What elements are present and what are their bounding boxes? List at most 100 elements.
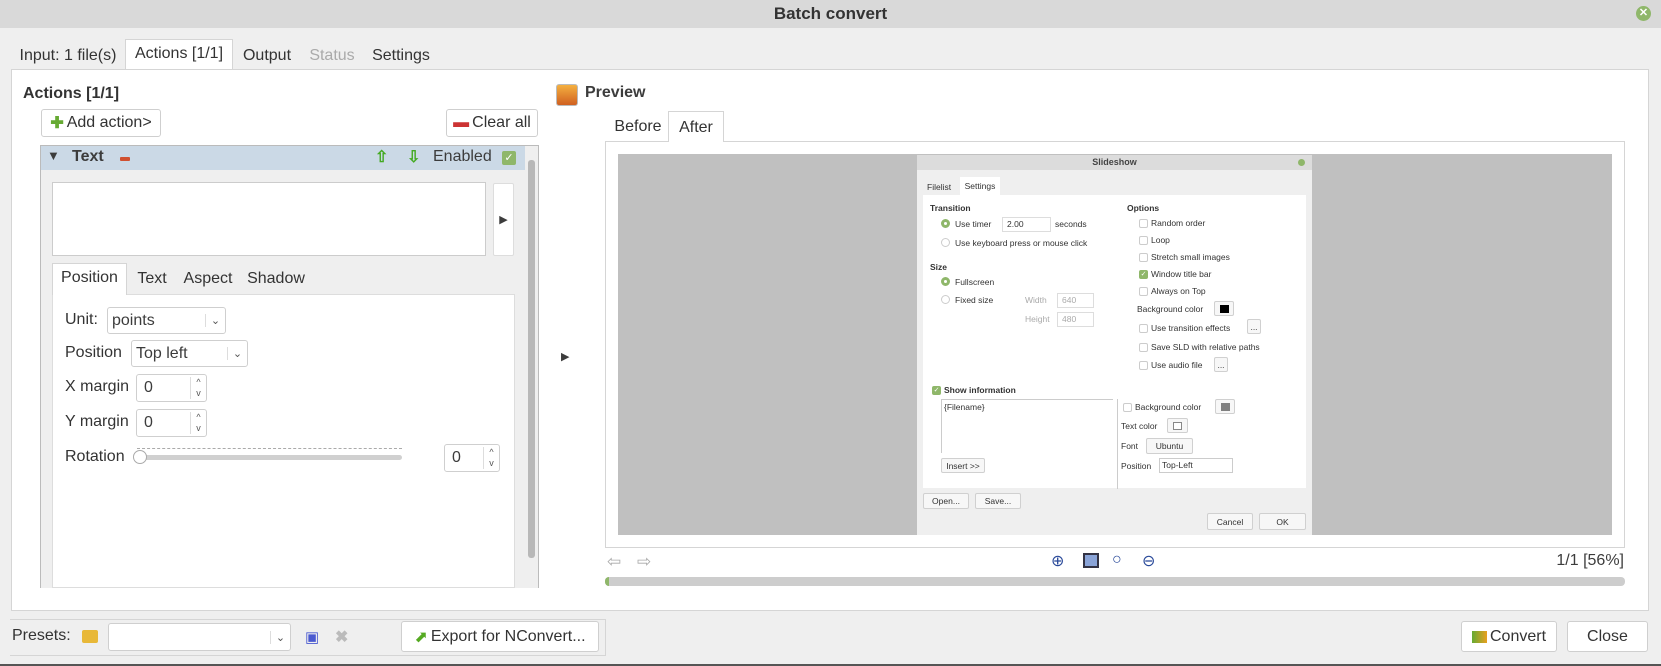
use-timer-radio <box>941 219 950 228</box>
preset-select[interactable]: ⌄ <box>108 623 291 651</box>
use-keyboard-radio <box>941 238 950 247</box>
tab-output[interactable]: Output <box>233 42 301 69</box>
window-title: Batch convert <box>0 0 1661 28</box>
delete-preset-icon[interactable]: ✖ <box>335 627 348 647</box>
slideshow-dialog: Slideshow Filelist Settings Transition U… <box>917 155 1312 535</box>
random-order-checkbox <box>1139 219 1148 228</box>
fixed-size-label: Fixed size <box>955 295 994 305</box>
use-keyboard-label: Use keyboard press or mouse click <box>955 238 1088 248</box>
collapse-triangle-icon[interactable]: ▼ <box>47 148 60 163</box>
rotation-slider-handle[interactable] <box>133 450 147 464</box>
info-bg-checkbox <box>1123 403 1132 412</box>
width-label: Width <box>1025 295 1047 305</box>
fullscreen-radio <box>941 277 950 286</box>
options-label: Options <box>1127 203 1160 213</box>
move-down-icon[interactable]: ⇩ <box>407 147 420 167</box>
transition-label: Transition <box>930 203 971 213</box>
y-margin-spinbox[interactable]: 0 ^ v <box>136 409 207 437</box>
remove-document-icon: ▬ <box>453 114 470 131</box>
preview-toggle-icon[interactable] <box>556 84 578 106</box>
close-button[interactable]: Close <box>1567 621 1648 652</box>
enabled-checkbox[interactable]: ✓ <box>502 151 516 165</box>
width-spinbox: 640 <box>1057 293 1094 308</box>
y-margin-label: Y margin <box>65 413 129 430</box>
export-icon: ⬈ <box>414 628 428 646</box>
transition-more-button: ... <box>1247 319 1261 334</box>
always-on-top-label: Always on Top <box>1151 286 1206 296</box>
slideshow-close-icon <box>1298 159 1305 166</box>
next-arrow-icon[interactable]: ⇨ <box>637 552 651 572</box>
text-color-swatch <box>1167 418 1188 433</box>
actions-heading: Actions [1/1] <box>23 85 120 102</box>
rotation-slider[interactable] <box>137 455 402 460</box>
zoom-in-icon[interactable]: ⊕ <box>1051 551 1064 571</box>
info-bg-swatch <box>1215 399 1235 414</box>
spin-arrows-icon[interactable]: ^ v <box>483 447 499 469</box>
zoom-actual-icon[interactable]: ○ <box>1112 551 1122 569</box>
enabled-label: Enabled <box>433 148 492 165</box>
slideshow-title: Slideshow <box>917 155 1312 170</box>
use-audio-label: Use audio file <box>1151 360 1203 370</box>
remove-action-icon[interactable] <box>120 157 130 161</box>
close-window-button[interactable]: ✕ <box>1636 6 1651 21</box>
tab-actions[interactable]: Actions [1/1] <box>125 39 233 70</box>
use-audio-checkbox <box>1139 361 1148 370</box>
preview-progress-bar <box>605 577 1625 586</box>
collapse-preview-arrow-icon[interactable]: ▶ <box>561 350 569 363</box>
tab-before[interactable]: Before <box>608 112 668 141</box>
action-scrollbar[interactable] <box>528 160 535 558</box>
insert-button: Insert >> <box>941 458 985 473</box>
slideshow-open-button: Open... <box>923 493 969 509</box>
save-sld-checkbox <box>1139 343 1148 352</box>
subtab-aspect[interactable]: Aspect <box>178 265 238 292</box>
font-label: Font <box>1121 441 1139 451</box>
stretch-checkbox <box>1139 253 1148 262</box>
use-timer-label: Use timer <box>955 219 992 229</box>
subtab-shadow[interactable]: Shadow <box>243 265 309 292</box>
rotation-spinbox[interactable]: 0 ^ v <box>444 444 500 472</box>
action-name: Text <box>72 148 104 165</box>
spin-arrows-icon[interactable]: ^ v <box>190 412 206 434</box>
position-select[interactable]: Top left ⌄ <box>131 340 248 367</box>
save-preset-icon[interactable]: ▣ <box>305 628 319 646</box>
tab-settings[interactable]: Settings <box>364 42 438 69</box>
info-position-select: Top-Left <box>1159 458 1233 473</box>
export-nconvert-button[interactable]: ⬈ Export for NConvert... <box>401 621 599 652</box>
load-preset-folder-icon[interactable] <box>82 630 98 643</box>
expand-arrow-button[interactable]: ▶ <box>493 183 514 256</box>
action-text-input[interactable] <box>52 182 486 256</box>
zoom-out-icon[interactable]: ⊖ <box>1142 551 1155 571</box>
subtab-position[interactable]: Position <box>52 263 127 295</box>
fixed-size-radio <box>941 295 950 304</box>
chevron-down-icon: ⌄ <box>270 630 290 644</box>
convert-button[interactable]: Convert <box>1461 621 1557 652</box>
fullscreen-label: Fullscreen <box>955 277 995 287</box>
unit-label: Unit: <box>65 311 98 328</box>
show-info-label: Show information <box>944 385 1016 395</box>
info-separator <box>1117 399 1118 489</box>
seconds-label: seconds <box>1055 219 1087 229</box>
presets-label: Presets: <box>12 627 71 644</box>
convert-icon <box>1471 630 1487 643</box>
zoom-fit-icon[interactable] <box>1083 553 1099 568</box>
preview-heading: Preview <box>585 84 646 101</box>
spin-arrows-icon[interactable]: ^ v <box>190 377 206 399</box>
slideshow-ok-button: OK <box>1259 513 1306 530</box>
clear-all-button[interactable]: ▬ Clear all <box>446 109 538 137</box>
slideshow-cancel-button: Cancel <box>1207 513 1253 530</box>
x-margin-spinbox[interactable]: 0 ^ v <box>136 374 207 402</box>
unit-select[interactable]: points ⌄ <box>107 307 226 334</box>
page-zoom-info: 1/1 [56%] <box>1556 552 1624 569</box>
show-info-checkbox: ✓ <box>932 386 941 395</box>
previous-arrow-icon[interactable]: ⇦ <box>607 552 621 572</box>
subtab-text[interactable]: Text <box>130 265 174 292</box>
info-textarea: {Filename} <box>941 399 1113 453</box>
tab-after[interactable]: After <box>668 111 724 142</box>
font-button: Ubuntu <box>1146 438 1193 454</box>
tab-input[interactable]: Input: 1 file(s) <box>11 42 125 69</box>
stretch-label: Stretch small images <box>1151 252 1230 262</box>
add-action-button[interactable]: ✚ Add action> <box>41 109 161 137</box>
always-on-top-checkbox <box>1139 287 1148 296</box>
slideshow-tab-filelist: Filelist <box>927 182 952 192</box>
move-up-icon[interactable]: ⇧ <box>375 147 388 167</box>
